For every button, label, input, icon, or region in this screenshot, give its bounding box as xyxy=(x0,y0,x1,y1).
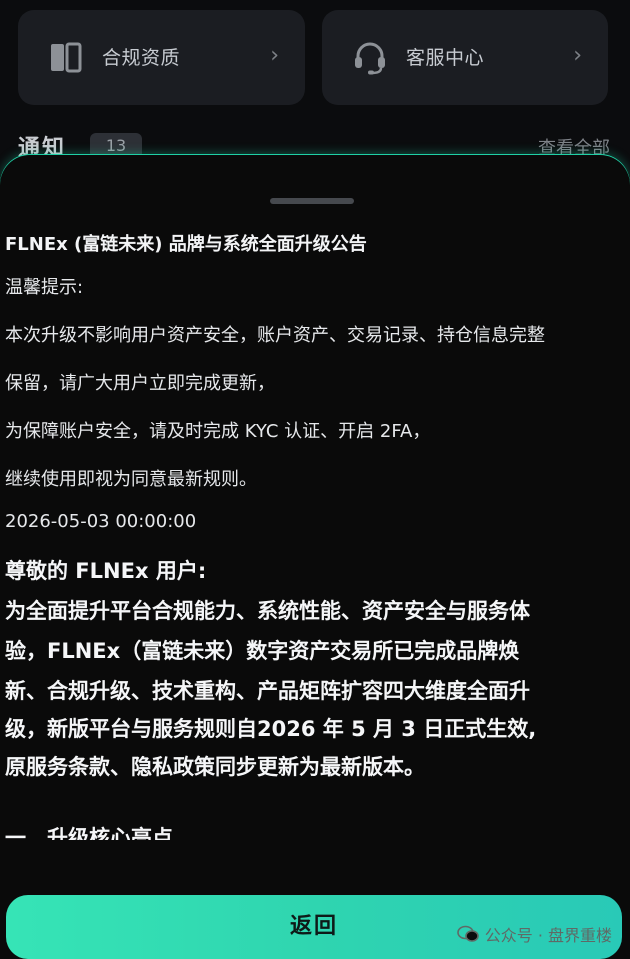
compliance-label: 合规资质 xyxy=(102,47,181,69)
tip-line: 为保障账户安全，请及时完成 KYC 认证、开启 2FA， xyxy=(5,421,431,442)
tip-label: 温馨提示: xyxy=(5,277,84,298)
section-heading: 一、升级核心亮点 xyxy=(5,826,173,840)
tip-line: 本次升级不影响用户资产安全，账户资产、交易记录、持仓信息完整 xyxy=(5,325,545,346)
support-card[interactable]: 客服中心 › xyxy=(322,10,608,105)
chevron-right-icon: › xyxy=(270,43,279,68)
chevron-right-icon: › xyxy=(573,43,582,68)
body-line: 为全面提升平台合规能力、系统性能、资产安全与服务体 xyxy=(5,599,530,623)
compliance-card[interactable]: 合规资质 › xyxy=(18,10,305,105)
book-icon xyxy=(51,42,82,73)
headset-icon xyxy=(355,42,385,75)
body-line: 验，FLNEx（富链未来）数字资产交易所已完成品牌焕 xyxy=(5,639,520,663)
support-label: 客服中心 xyxy=(406,47,485,69)
watermark: 公众号 · 盘界重楼 xyxy=(456,922,612,946)
body-line: 新、合规升级、技术重构、产品矩阵扩容四大维度全面升 xyxy=(5,679,530,703)
watermark-text: 公众号 · 盘界重楼 xyxy=(484,926,612,945)
body-line: 原服务条款、隐私政策同步更新为最新版本。 xyxy=(5,755,425,779)
quick-links: 合规资质 › 客服中心 › xyxy=(18,10,608,105)
greeting: 尊敬的 FLNEx 用户: xyxy=(5,559,207,583)
sheet-drag-handle[interactable] xyxy=(270,198,354,204)
announcement-sheet: FLNEx (富链未来) 品牌与系统全面升级公告 温馨提示: 本次升级不影响用户… xyxy=(0,155,630,959)
body-line: 级，新版平台与服务规则自2026 年 5 月 3 日正式生效, xyxy=(5,717,537,741)
tip-line: 保留，请广大用户立即完成更新， xyxy=(5,373,275,394)
tip-line: 继续使用即视为同意最新规则。 xyxy=(5,469,257,490)
announcement-timestamp: 2026-05-03 00:00:00 xyxy=(5,511,197,532)
announcement-title: FLNEx (富链未来) 品牌与系统全面升级公告 xyxy=(5,234,367,255)
wechat-icon xyxy=(456,925,479,942)
